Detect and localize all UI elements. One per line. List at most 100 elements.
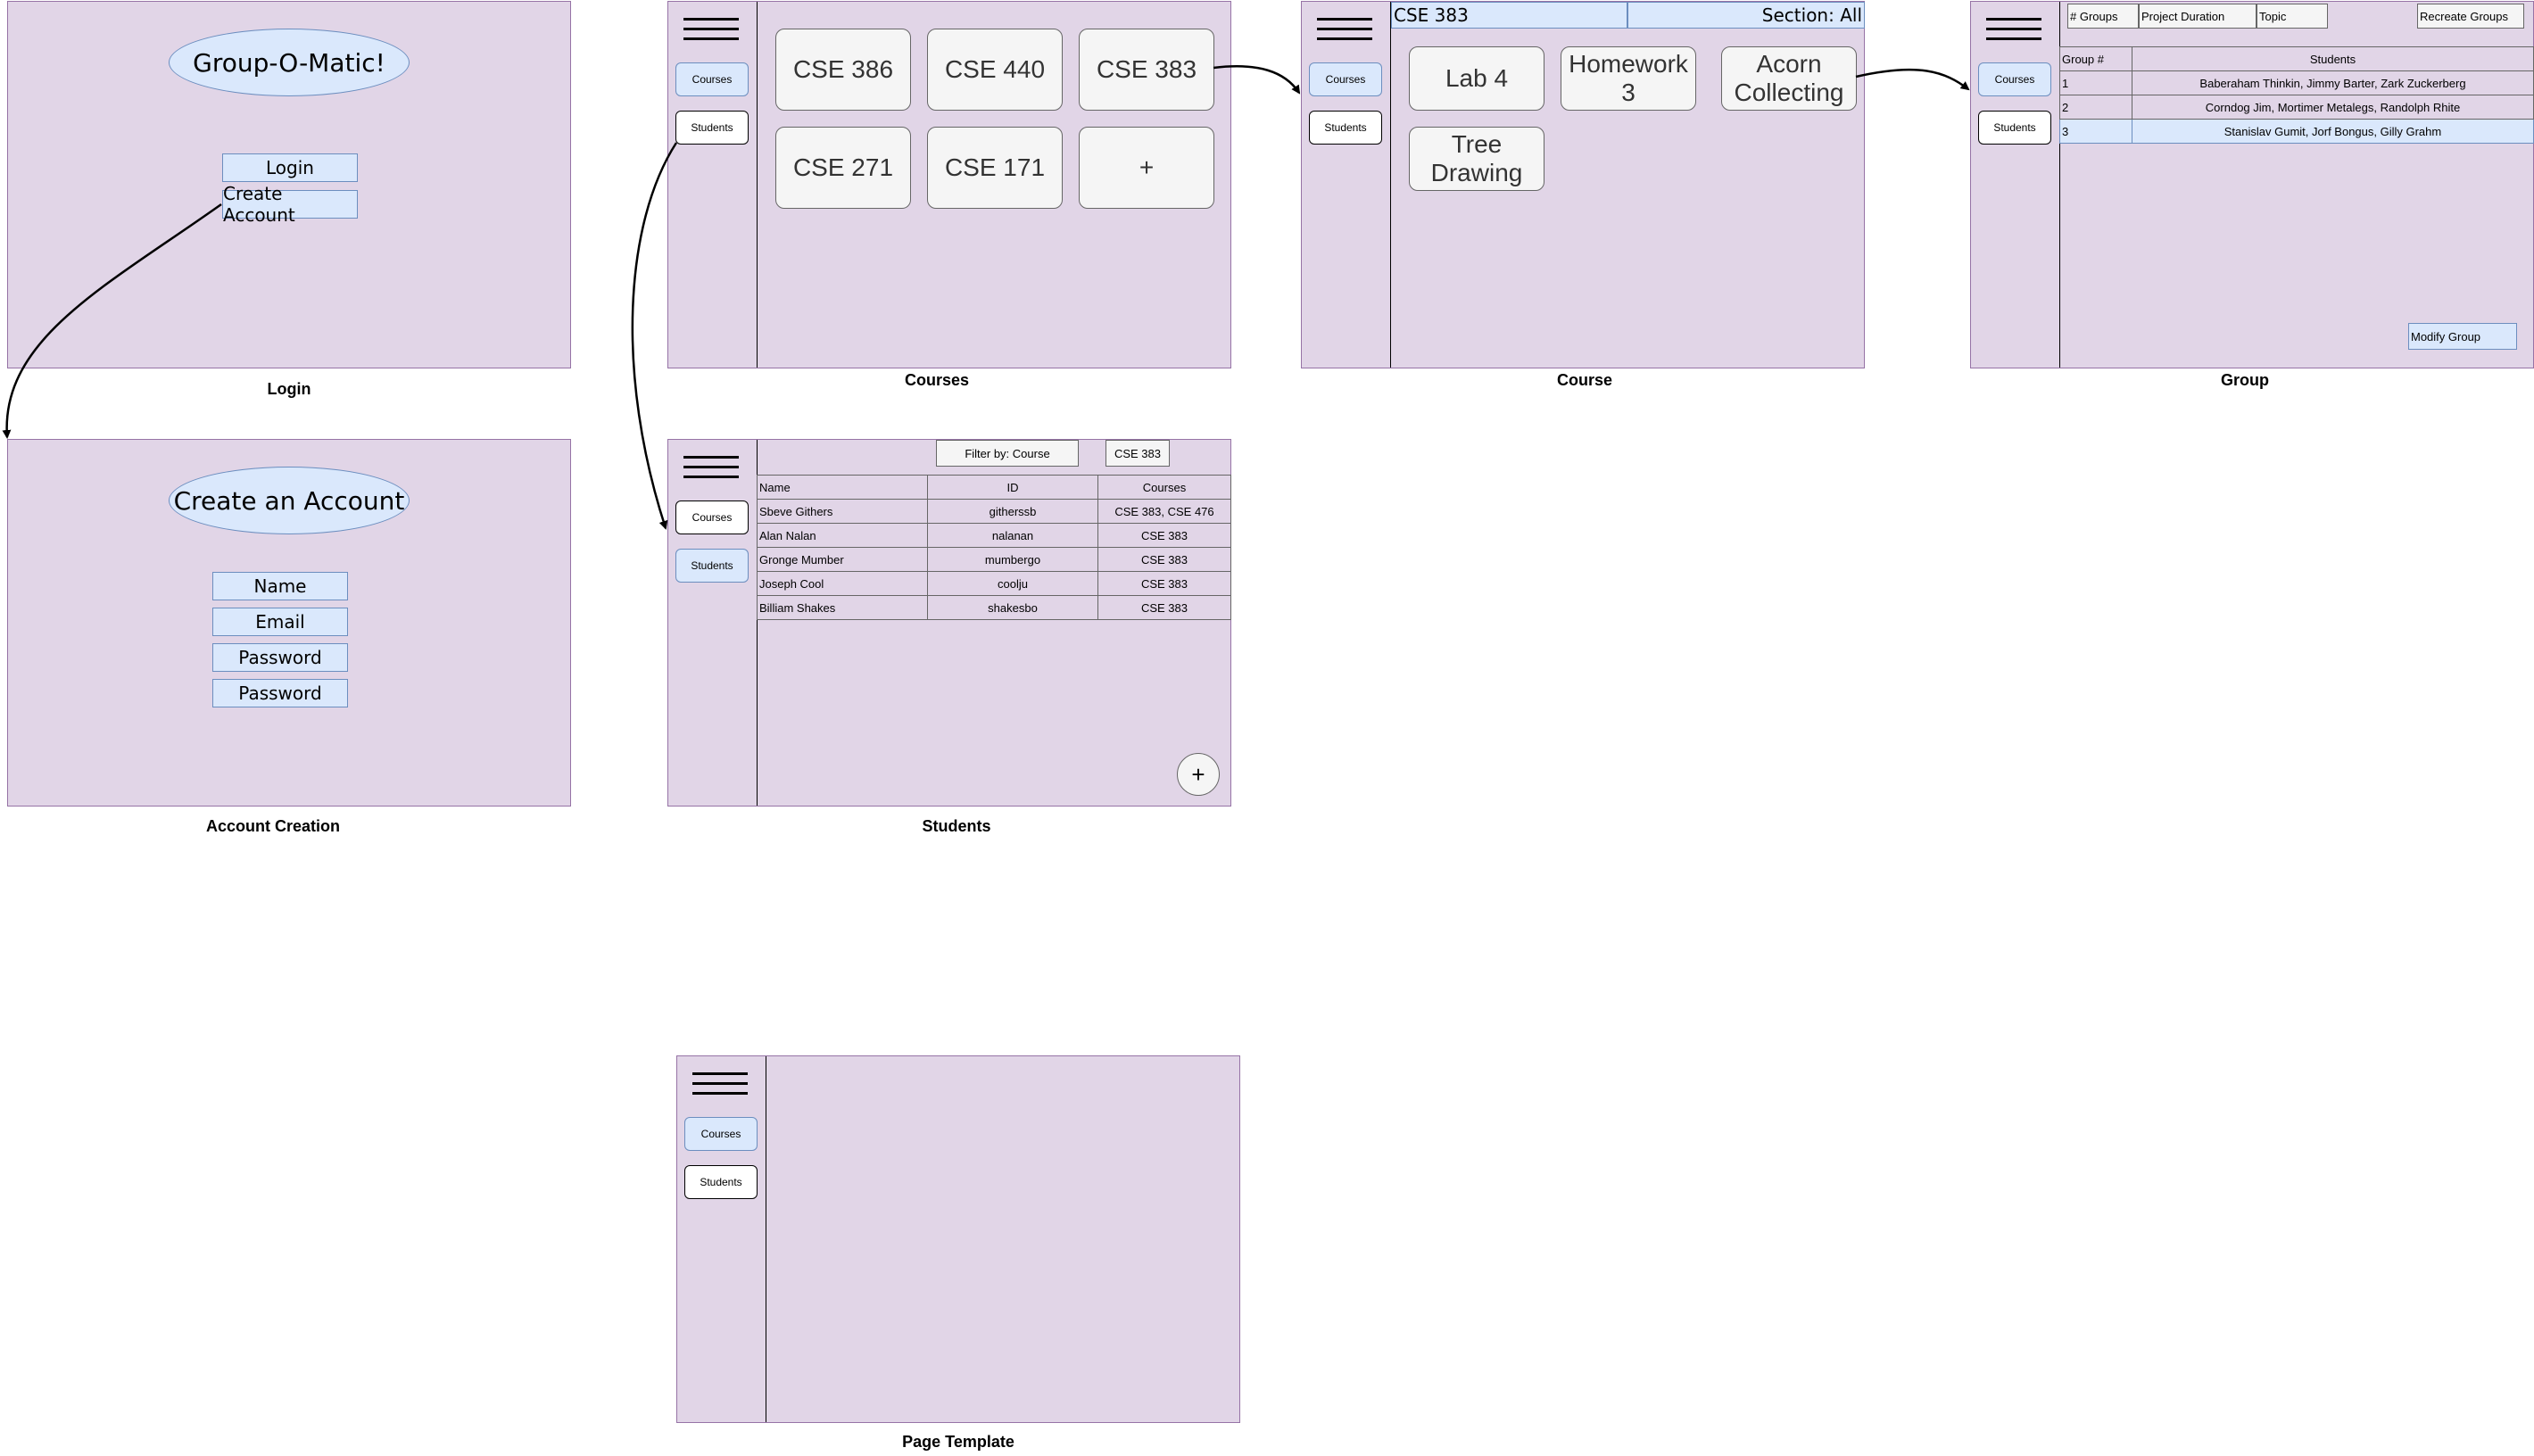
group-number: 2 — [2059, 95, 2132, 120]
caption-course: Course — [1556, 371, 1612, 389]
student-courses: CSE 383 — [1097, 571, 1231, 596]
student-courses: CSE 383, CSE 476 — [1097, 499, 1231, 524]
column-header-students: Students — [2132, 46, 2534, 71]
caption-courses: Courses — [904, 371, 970, 389]
modify-group-button[interactable]: Modify Group — [2408, 323, 2517, 350]
hamburger-menu-icon[interactable] — [1317, 18, 1372, 43]
student-id: mumbergo — [927, 547, 1098, 572]
student-id: shakesbo — [927, 595, 1098, 620]
create-account-title: Create an Account — [173, 485, 405, 516]
course-tile[interactable]: CSE 271 — [775, 127, 911, 209]
student-name: Sbeve Githers — [757, 499, 928, 524]
table-row[interactable]: Gronge Mumber mumbergo CSE 383 — [757, 547, 1231, 572]
table-row[interactable]: Joseph Cool coolju CSE 383 — [757, 571, 1231, 596]
group-number: 1 — [2059, 70, 2132, 95]
sidebar: Courses Students — [677, 1056, 766, 1422]
add-student-button[interactable]: + — [1177, 753, 1220, 796]
login-frame: Group-O-Matic! Login Create Account — [7, 1, 571, 368]
section-selector[interactable]: Section: All — [1627, 2, 1865, 29]
student-id: coolju — [927, 571, 1098, 596]
nav-courses[interactable]: Courses — [1978, 62, 2051, 96]
nav-students[interactable]: Students — [675, 111, 749, 145]
student-name: Gronge Mumber — [757, 547, 928, 572]
student-courses: CSE 383 — [1097, 595, 1231, 620]
project-duration-input[interactable]: Project Duration — [2139, 4, 2257, 29]
course-frame: Courses Students CSE 383 Section: All La… — [1301, 1, 1865, 368]
caption-students: Students — [922, 817, 991, 835]
students-table: Name ID Courses Sbeve Githers githerssb … — [757, 475, 1231, 620]
table-row[interactable]: Billiam Shakes shakesbo CSE 383 — [757, 595, 1231, 620]
login-button[interactable]: Login — [222, 153, 358, 182]
table-row-selected[interactable]: 3 Stanislav Gumit, Jorf Bongus, Gilly Gr… — [2059, 119, 2534, 144]
filter-label[interactable]: Filter by: Course — [936, 440, 1079, 467]
column-header-group: Group # — [2059, 46, 2132, 71]
column-header-courses: Courses — [1097, 475, 1231, 500]
students-frame: Courses Students Filter by: Course CSE 3… — [667, 439, 1231, 807]
course-tile[interactable]: CSE 171 — [927, 127, 1063, 209]
nav-students[interactable]: Students — [1978, 111, 2051, 145]
table-row[interactable]: Alan Nalan nalanan CSE 383 — [757, 523, 1231, 548]
hamburger-menu-icon[interactable] — [1986, 18, 2041, 43]
sidebar: Courses Students — [668, 2, 758, 368]
group-students: Stanislav Gumit, Jorf Bongus, Gilly Grah… — [2132, 119, 2534, 144]
column-header-name: Name — [757, 475, 928, 500]
student-name: Billiam Shakes — [757, 595, 928, 620]
password-confirm-field[interactable]: Password — [212, 679, 348, 707]
course-header-title: CSE 383 — [1391, 2, 1627, 29]
app-title-ellipse: Group-O-Matic! — [169, 29, 410, 96]
caption-page-template: Page Template — [902, 1433, 1014, 1451]
filter-value[interactable]: CSE 383 — [1106, 440, 1170, 467]
student-courses: CSE 383 — [1097, 547, 1231, 572]
app-title: Group-O-Matic! — [193, 47, 385, 78]
caption-account-creation: Account Creation — [205, 817, 340, 835]
num-groups-input[interactable]: # Groups — [2067, 4, 2139, 29]
arrow-course-to-group — [1855, 68, 1970, 91]
assignment-tile[interactable]: Acorn Collecting — [1721, 46, 1857, 111]
add-course-button[interactable]: + — [1079, 127, 1214, 209]
sidebar: Courses Students — [1302, 2, 1391, 368]
assignment-tile[interactable]: Lab 4 — [1409, 46, 1544, 111]
course-tile[interactable]: CSE 440 — [927, 29, 1063, 111]
nav-courses[interactable]: Courses — [684, 1117, 758, 1151]
group-number: 3 — [2059, 119, 2132, 144]
course-tile[interactable]: CSE 383 — [1079, 29, 1214, 111]
hamburger-menu-icon[interactable] — [683, 18, 739, 43]
caption-group: Group — [2221, 371, 2269, 389]
sidebar: Courses Students — [1971, 2, 2060, 368]
student-name: Alan Nalan — [757, 523, 928, 548]
nav-students[interactable]: Students — [675, 549, 749, 583]
password-field[interactable]: Password — [212, 643, 348, 672]
nav-courses[interactable]: Courses — [675, 62, 749, 96]
courses-frame: Courses Students CSE 386 CSE 440 CSE 383… — [667, 1, 1231, 368]
page-template-frame: Courses Students — [676, 1055, 1240, 1423]
nav-students[interactable]: Students — [1309, 111, 1382, 145]
hamburger-menu-icon[interactable] — [692, 1072, 748, 1097]
nav-students[interactable]: Students — [684, 1165, 758, 1199]
name-field[interactable]: Name — [212, 572, 348, 600]
topic-input[interactable]: Topic — [2257, 4, 2328, 29]
group-students: Baberaham Thinkin, Jimmy Barter, Zark Zu… — [2132, 70, 2534, 95]
hamburger-menu-icon[interactable] — [683, 456, 739, 481]
student-id: nalanan — [927, 523, 1098, 548]
table-header-row: Name ID Courses — [757, 475, 1231, 500]
student-courses: CSE 383 — [1097, 523, 1231, 548]
group-students: Corndog Jim, Mortimer Metalegs, Randolph… — [2132, 95, 2534, 120]
table-row[interactable]: 1 Baberaham Thinkin, Jimmy Barter, Zark … — [2059, 70, 2534, 95]
create-account-title-ellipse: Create an Account — [169, 467, 410, 534]
column-header-id: ID — [927, 475, 1098, 500]
account-creation-frame: Create an Account Name Email Password Pa… — [7, 439, 571, 807]
create-account-button[interactable]: Create Account — [222, 183, 358, 226]
nav-courses[interactable]: Courses — [1309, 62, 1382, 96]
course-tile[interactable]: CSE 386 — [775, 29, 911, 111]
recreate-groups-button[interactable]: Recreate Groups — [2417, 4, 2524, 29]
table-row[interactable]: 2 Corndog Jim, Mortimer Metalegs, Randol… — [2059, 95, 2534, 120]
groups-table: Group # Students 1 Baberaham Thinkin, Ji… — [2059, 46, 2534, 144]
assignment-tile[interactable]: Homework 3 — [1561, 46, 1696, 111]
table-row[interactable]: Sbeve Githers githerssb CSE 383, CSE 476 — [757, 499, 1231, 524]
sidebar: Courses Students — [668, 440, 758, 806]
caption-login: Login — [267, 380, 311, 398]
assignment-tile[interactable]: Tree Drawing — [1409, 127, 1544, 191]
nav-courses[interactable]: Courses — [675, 500, 749, 534]
email-field[interactable]: Email — [212, 608, 348, 636]
student-id: githerssb — [927, 499, 1098, 524]
